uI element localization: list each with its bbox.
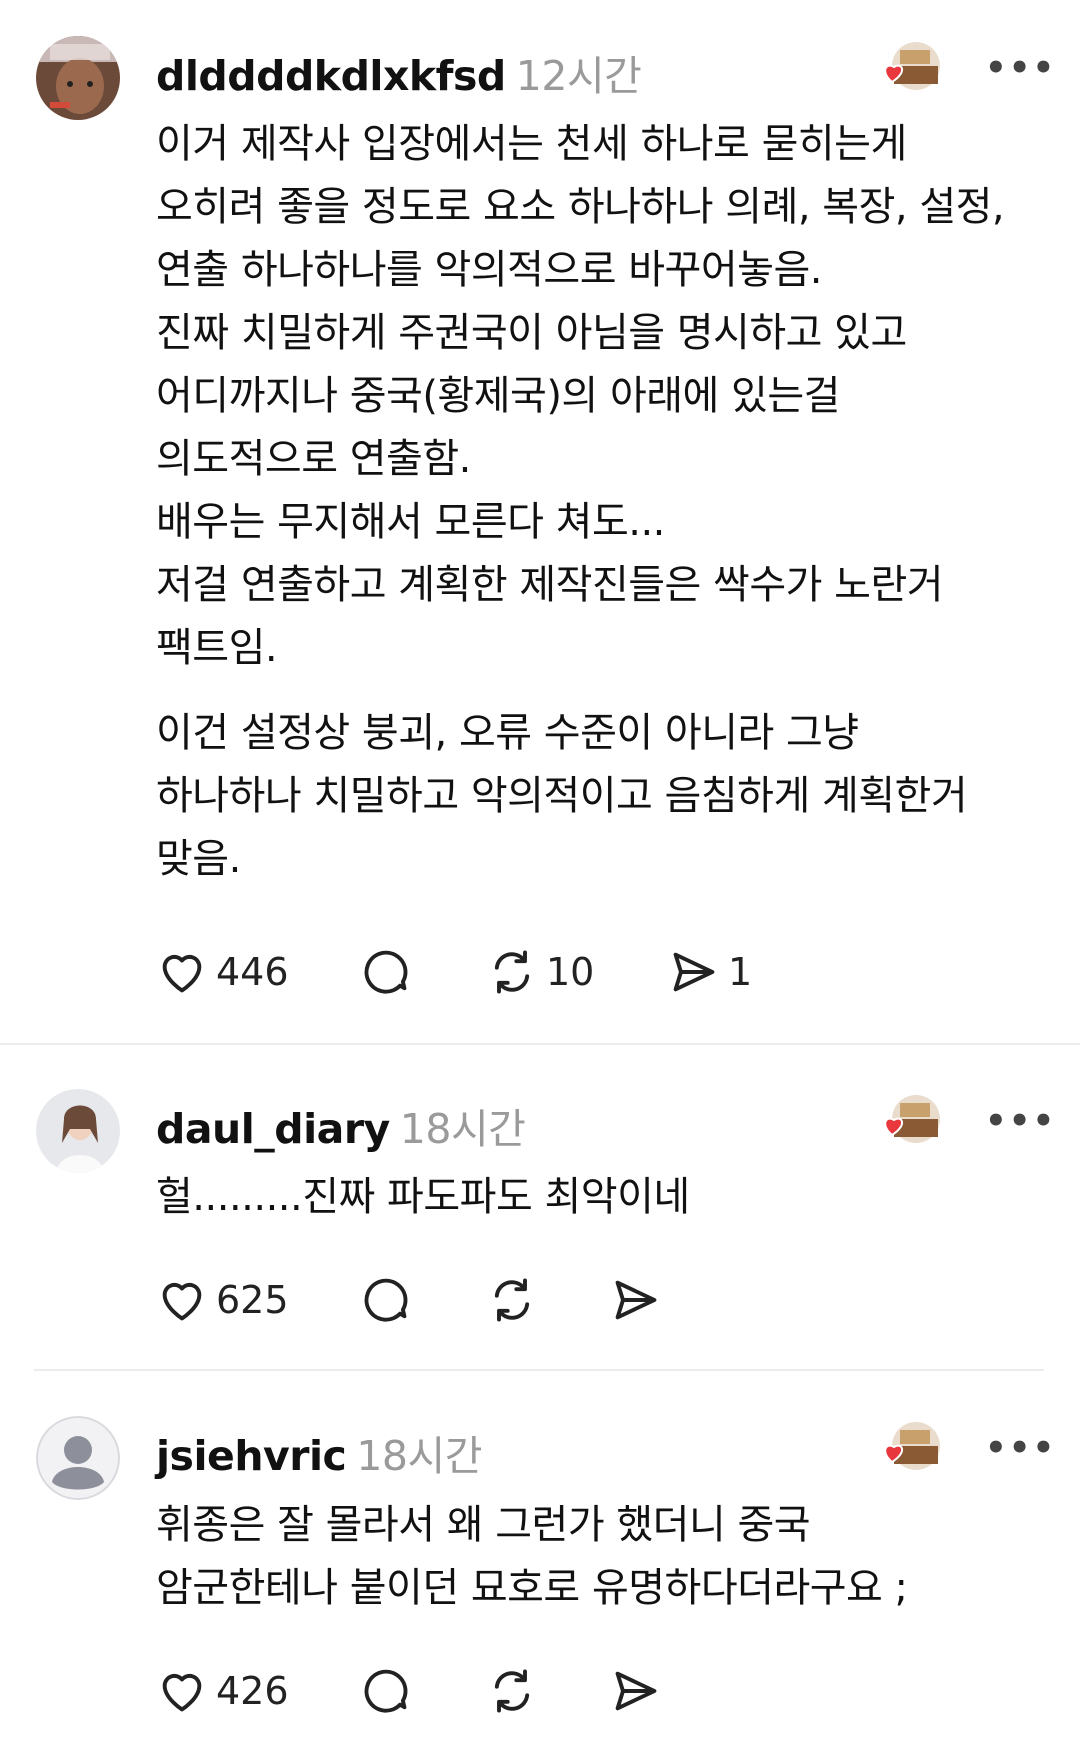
like-button[interactable]: 426 — [156, 1663, 289, 1719]
username-text[interactable]: jsiehvric — [156, 1432, 347, 1480]
text-line: 팩트임. — [156, 625, 278, 671]
comment-button[interactable] — [360, 1663, 420, 1719]
divider — [0, 1043, 1080, 1045]
text-line: 어디까지나 중국(황제국)의 아래에 있는걸 — [156, 373, 840, 419]
repost-button[interactable]: 10 — [486, 944, 594, 1000]
text-line: 연출 하나하나를 악의적으로 바꾸어놓음. — [156, 247, 822, 293]
post-time: 12시간 — [515, 52, 642, 100]
text-line: 맞음. — [156, 836, 241, 882]
send-icon — [673, 952, 715, 992]
share-button[interactable]: 1 — [668, 944, 752, 1000]
repost-icon — [494, 1278, 530, 1322]
comment-bubble-icon — [364, 950, 408, 994]
username[interactable]: dlddddkdlxkfsd 12시간 — [156, 42, 642, 102]
comment-bubble-icon — [364, 1669, 408, 1713]
text-line: 의도적으로 연출함. — [156, 436, 471, 482]
heart-icon — [162, 1673, 202, 1712]
repost-icon — [494, 1669, 530, 1713]
paragraph: 이건 설정상 붕괴, 오류 수준이 아니라 그냥 하나하나 치밀하고 악의적이고… — [156, 702, 1056, 891]
text-line: 이건 설정상 붕괴, 오류 수준이 아니라 그냥 — [156, 710, 859, 756]
liked-by-author-badge — [878, 1418, 944, 1484]
text-line: 하나하나 치밀하고 악의적이고 음침하게 계획한거 — [156, 773, 968, 819]
like-button[interactable]: 446 — [156, 944, 289, 1000]
post-time: 18시간 — [399, 1105, 526, 1153]
text-line: 휘종은 잘 몰라서 왜 그런가 했더니 중국 — [156, 1502, 811, 1548]
post-time: 18시간 — [356, 1432, 482, 1480]
paragraph: 이거 제작사 입장에서는 천세 하나로 묻히는게 오히려 좋을 정도로 요소 하… — [156, 113, 1056, 680]
liked-by-author-badge — [878, 38, 944, 104]
liked-by-author-badge — [878, 1091, 944, 1157]
username[interactable]: jsiehvric 18시간 — [156, 1422, 482, 1482]
comment-button[interactable] — [360, 1272, 420, 1328]
share-button[interactable] — [610, 1272, 670, 1328]
divider — [34, 1369, 1044, 1371]
paragraph: 헐.........진짜 파도파도 최악이네 — [156, 1166, 1056, 1229]
more-options-button[interactable]: ••• — [985, 1428, 1056, 1468]
avatar[interactable] — [36, 1089, 120, 1173]
like-count: 625 — [216, 1278, 289, 1322]
text-line: 암군한테나 붙이던 묘호로 유명하다더라구요 ; — [156, 1565, 908, 1611]
repost-count: 10 — [546, 950, 595, 994]
text-line: 이거 제작사 입장에서는 천세 하나로 묻히는게 — [156, 121, 907, 167]
post-body: 헐.........진짜 파도파도 최악이네 — [156, 1166, 1056, 1251]
avatar[interactable] — [36, 36, 120, 120]
username-text[interactable]: dlddddkdlxkfsd — [156, 52, 506, 100]
username[interactable]: daul_diary 18시간 — [156, 1095, 526, 1155]
more-options-button[interactable]: ••• — [985, 48, 1056, 88]
paragraph: 휘종은 잘 몰라서 왜 그런가 했더니 중국 암군한테나 붙이던 묘호로 유명하… — [156, 1494, 1056, 1620]
heart-icon — [162, 954, 202, 993]
text-line: 저걸 연출하고 계획한 제작진들은 싹수가 노란거 — [156, 562, 944, 608]
post-body: 휘종은 잘 몰라서 왜 그런가 했더니 중국 암군한테나 붙이던 묘호로 유명하… — [156, 1494, 1056, 1642]
like-count: 426 — [216, 1669, 289, 1713]
like-button[interactable]: 625 — [156, 1272, 289, 1328]
text-line: 진짜 치밀하게 주권국이 아님을 명시하고 있고 — [156, 310, 907, 356]
text-line: 오히려 좋을 정도로 요소 하나하나 의례, 복장, 설정, — [156, 184, 1005, 230]
comment-bubble-icon — [364, 1278, 408, 1322]
repost-button[interactable] — [486, 1663, 546, 1719]
share-button[interactable] — [610, 1663, 670, 1719]
avatar[interactable] — [36, 1416, 120, 1500]
username-text[interactable]: daul_diary — [156, 1105, 390, 1153]
repost-icon — [494, 950, 530, 994]
share-count: 1 — [728, 950, 753, 994]
comment-button[interactable] — [360, 944, 420, 1000]
text-line: 배우는 무지해서 모른다 쳐도... — [156, 499, 665, 545]
more-options-button[interactable]: ••• — [985, 1101, 1056, 1141]
post-body: 이거 제작사 입장에서는 천세 하나로 묻히는게 오히려 좋을 정도로 요소 하… — [156, 113, 1056, 913]
send-icon — [615, 1671, 657, 1711]
heart-icon — [162, 1282, 202, 1321]
text-line: 헐.........진짜 파도파도 최악이네 — [156, 1174, 690, 1220]
repost-button[interactable] — [486, 1272, 546, 1328]
like-count: 446 — [216, 950, 289, 994]
send-icon — [615, 1280, 657, 1320]
